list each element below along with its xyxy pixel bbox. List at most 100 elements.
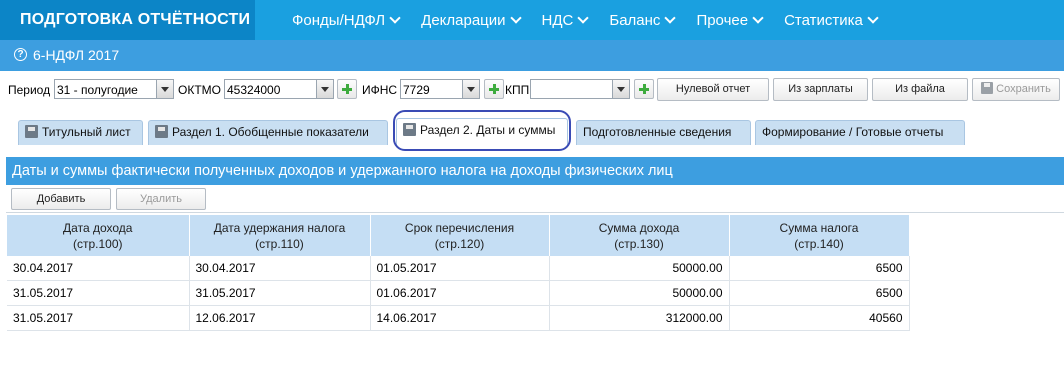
tab-label: Раздел 2. Даты и суммы [420, 123, 556, 137]
header-line: Сумма дохода [598, 220, 680, 235]
header-line: (стр.130) [614, 236, 664, 251]
floppy-disk-icon [155, 125, 168, 138]
menu-label: Баланс [609, 11, 661, 29]
cell-withholding-date[interactable]: 12.06.2017 [189, 305, 371, 331]
add-oktmo-plus-icon[interactable] [337, 79, 357, 99]
app-title[interactable]: ПОДГОТОВКА ОТЧЁТНОСТИ [0, 0, 255, 40]
chevron-down-icon [509, 12, 522, 24]
tab-label: Формирование / Готовые отчеты [762, 125, 944, 139]
filter-row: Период 31 - полугодие ОКТМО 45324000 ИФН… [0, 77, 1064, 103]
kpp-select[interactable] [530, 79, 630, 99]
column-header-income-date[interactable]: Дата дохода (стр.100) [7, 215, 190, 256]
menu-funds-ndfl[interactable]: Фонды/НДФЛ [292, 11, 401, 29]
header-line: Сумма налога [779, 220, 859, 235]
tab-label: Титульный лист [42, 125, 131, 139]
cell-income-date[interactable]: 31.05.2017 [7, 280, 190, 306]
chevron-down-icon [752, 12, 764, 24]
cell-withholding-date[interactable]: 31.05.2017 [189, 280, 371, 306]
ifns-label: ИФНС [362, 83, 398, 97]
cell-income-amount[interactable]: 312000.00 [549, 305, 730, 331]
column-header-transfer-deadline[interactable]: Срок перечисления (стр.120) [370, 215, 550, 256]
header-line: Срок перечисления [404, 220, 515, 235]
from-salary-button[interactable]: Из зарплаты [773, 78, 868, 101]
cell-transfer-deadline[interactable]: 14.06.2017 [370, 305, 550, 331]
add-button[interactable]: Добавить [11, 188, 111, 210]
column-header-income-amount[interactable]: Сумма дохода (стр.130) [549, 215, 730, 256]
floppy-disk-icon [25, 125, 38, 138]
column-header-withholding-date[interactable]: Дата удержания налога (стр.110) [189, 215, 371, 256]
header-line: Дата удержания налога [213, 220, 346, 235]
header-line: (стр.120) [434, 236, 485, 251]
table-header-row: Дата дохода (стр.100) Дата удержания нало… [7, 215, 910, 256]
floppy-disk-icon [403, 123, 416, 136]
ifns-select[interactable]: 7729 [400, 79, 480, 99]
period-value: 31 - полугодие [57, 83, 138, 97]
menu-balance[interactable]: Баланс [609, 11, 677, 29]
column-header-tax-amount[interactable]: Сумма налога (стр.140) [729, 215, 910, 256]
period-label: Период [8, 83, 51, 97]
menu-label: Декларации [421, 11, 506, 29]
section-tabs: Титульный лист Раздел 1. Обобщенные пока… [0, 118, 1064, 146]
help-icon[interactable]: ? [14, 48, 27, 61]
menu-statistics[interactable]: Статистика [784, 11, 879, 29]
section-title: Даты и суммы фактически полученных доход… [6, 157, 1064, 185]
zero-report-button[interactable]: Нулевой отчет [657, 78, 769, 101]
header-line: Дата дохода [63, 220, 133, 235]
kpp-label: КПП [505, 83, 530, 97]
add-ifns-plus-icon[interactable] [484, 79, 504, 99]
tab-section-2[interactable]: Раздел 2. Даты и суммы [396, 118, 568, 146]
ifns-value: 7729 [403, 83, 430, 97]
header-line: (стр.110) [255, 236, 304, 251]
oktmo-label: ОКТМО [178, 83, 221, 97]
chevron-down-icon [577, 12, 590, 24]
oktmo-select[interactable]: 45324000 [224, 79, 334, 99]
dropdown-arrow-icon[interactable] [462, 80, 479, 98]
menu-other[interactable]: Прочее [696, 11, 764, 29]
tab-ready-reports[interactable]: Формирование / Готовые отчеты [755, 120, 965, 145]
menu-declarations[interactable]: Декларации [421, 11, 522, 29]
add-kpp-plus-icon[interactable] [634, 79, 654, 99]
chevron-down-icon [664, 12, 677, 24]
period-select[interactable]: 31 - полугодие [54, 79, 174, 99]
menu-vat[interactable]: НДС [541, 11, 590, 29]
dropdown-arrow-icon[interactable] [316, 80, 333, 98]
tab-section-1[interactable]: Раздел 1. Обобщенные показатели [148, 120, 388, 145]
table-row[interactable]: 31.05.2017 31.05.2017 01.06.2017 50000.0… [7, 280, 910, 306]
floppy-disk-icon [981, 82, 994, 94]
cell-transfer-deadline[interactable]: 01.06.2017 [370, 280, 550, 306]
dropdown-arrow-icon[interactable] [612, 80, 629, 98]
save-label: Сохранить [996, 83, 1051, 95]
menu-label: НДС [541, 11, 574, 29]
cell-tax-amount[interactable]: 6500 [729, 256, 910, 281]
header-line: (стр.100) [72, 236, 123, 251]
table-row[interactable]: 30.04.2017 30.04.2017 01.05.2017 50000.0… [7, 256, 910, 281]
cell-tax-amount[interactable]: 40560 [729, 305, 910, 331]
cell-transfer-deadline[interactable]: 01.05.2017 [370, 256, 550, 281]
menu-label: Фонды/НДФЛ [292, 11, 386, 29]
menu-label: Прочее [696, 11, 749, 29]
cell-income-amount[interactable]: 50000.00 [549, 280, 730, 306]
cell-income-date[interactable]: 31.05.2017 [7, 305, 190, 331]
tab-label: Подготовленные сведения [583, 125, 732, 139]
chevron-down-icon [867, 12, 879, 24]
header-line: (стр.140) [794, 236, 844, 251]
report-title: 6-НДФЛ 2017 [33, 47, 120, 63]
cell-income-date[interactable]: 30.04.2017 [7, 256, 190, 281]
cell-withholding-date[interactable]: 30.04.2017 [189, 256, 371, 281]
save-button[interactable]: Сохранить [972, 78, 1060, 101]
dropdown-arrow-icon[interactable] [156, 80, 173, 98]
report-title-bar: ? 6-НДФЛ 2017 [0, 40, 1064, 71]
main-menu: Фонды/НДФЛ Декларации НДС Баланс Прочее … [292, 0, 899, 40]
tab-label: Раздел 1. Обобщенные показатели [172, 125, 369, 139]
menu-label: Статистика [784, 11, 863, 29]
top-navigation-bar: ПОДГОТОВКА ОТЧЁТНОСТИ Фонды/НДФЛ Деклара… [0, 0, 1064, 40]
from-file-button[interactable]: Из файла [872, 78, 968, 101]
delete-button[interactable]: Удалить [116, 188, 206, 210]
tab-prepared-info[interactable]: Подготовленные сведения [576, 120, 751, 145]
cell-income-amount[interactable]: 50000.00 [549, 256, 730, 281]
oktmo-value: 45324000 [227, 83, 281, 97]
tab-title-page[interactable]: Титульный лист [18, 120, 143, 145]
cell-tax-amount[interactable]: 6500 [729, 280, 910, 306]
grid-toolbar: Добавить Удалить [6, 185, 1064, 213]
table-row[interactable]: 31.05.2017 12.06.2017 14.06.2017 312000.… [7, 305, 910, 331]
